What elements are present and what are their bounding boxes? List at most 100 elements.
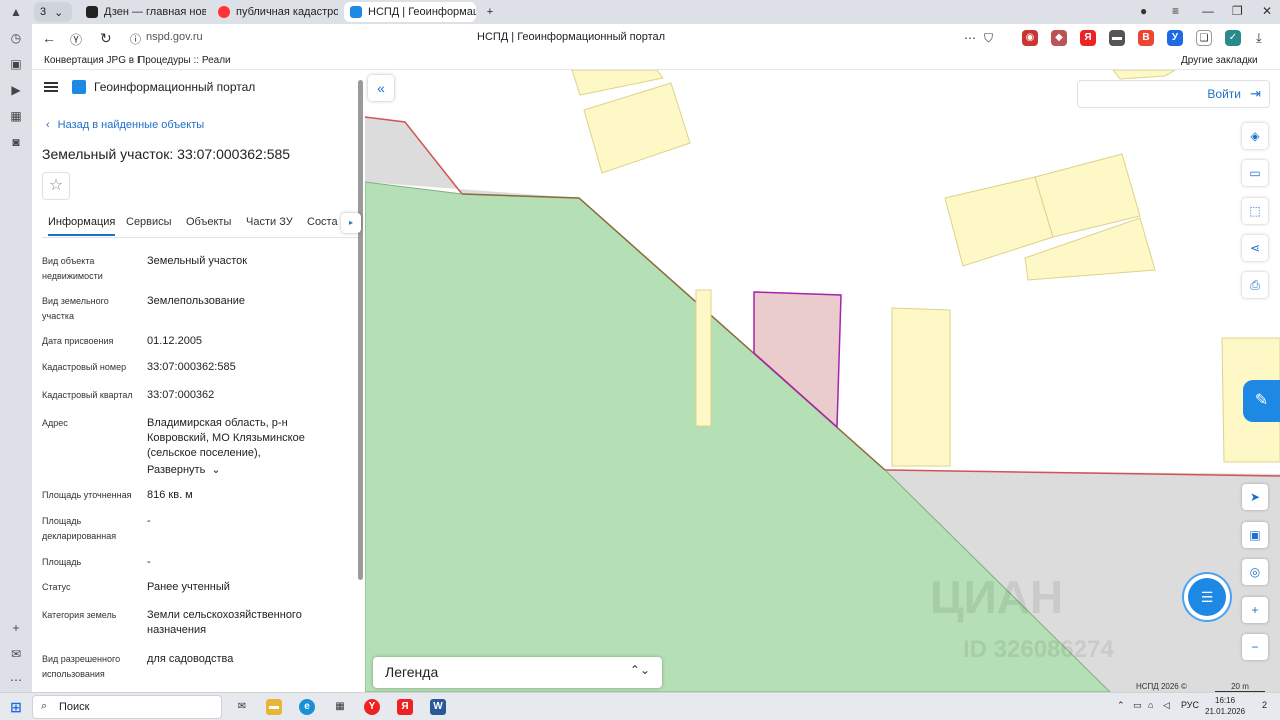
login-button[interactable]: Войти ⇥ [1077,80,1270,108]
tray-expand-icon[interactable]: ⌃ [1117,700,1125,711]
tab-dzen[interactable]: Дзен — главная новостн [80,2,206,22]
expand-address-link[interactable]: Развернуть ⌄ [147,463,347,478]
reload-icon[interactable]: ↻ [100,30,112,47]
history-icon[interactable]: ◷ [8,30,24,46]
taskbar-clock[interactable]: 16:16 21.01.2026 [1205,695,1245,717]
object-tabs: Информация Сервисы Объекты Части ЗУ Сост… [42,208,361,238]
tab-nspd[interactable]: НСПД | Геоинформаці × [344,2,476,22]
download-icon[interactable]: ⤓ [1256,30,1262,46]
bookmark-procedures[interactable]: Процедуры :: Реали [138,55,231,66]
player-icon[interactable]: ▶ [8,82,24,98]
extension-icon[interactable]: В [1138,30,1154,46]
site-info-icon[interactable]: ⓘ [130,31,141,47]
tabs-scroll-right-button[interactable]: ▸ [341,213,361,233]
panel-scrollbar[interactable] [358,80,363,580]
add-panel-icon[interactable]: + [8,620,24,636]
tab-info[interactable]: Информация [48,216,116,236]
extension-icon[interactable]: ◆ [1051,30,1067,46]
minimap-icon: ▣ [1249,528,1261,542]
yandex-browser-icon[interactable]: Y [364,699,380,715]
browser-profile-icon[interactable]: ▲ [8,4,24,20]
chat-fab-button[interactable]: ☰ [1188,578,1226,616]
calendar-icon[interactable]: ▦ [8,108,24,124]
measure-button[interactable]: ▭ [1242,160,1268,186]
extensions-icon[interactable]: ❏ [1196,30,1212,46]
volume-icon[interactable]: ◁ [1163,700,1170,711]
word-icon[interactable]: W [430,699,446,715]
close-window-icon[interactable]: ✕ [1262,4,1272,18]
field-value: Владимирская область, р-н Ковровский, МО… [147,417,305,459]
map-canvas[interactable] [365,70,1280,692]
legend-selector[interactable]: Легенда ⌃⌄ [373,657,662,688]
back-arrow-icon[interactable]: ← [42,30,56,46]
mail-app-icon[interactable]: ✉ [234,699,250,715]
tab-parts[interactable]: Части ЗУ [246,216,293,228]
yellow-parcel[interactable] [891,307,951,467]
other-bookmarks[interactable]: Другие закладки [1181,55,1258,66]
clock-date: 21.01.2026 [1205,707,1246,716]
hamburger-menu-icon[interactable] [44,82,58,92]
new-tab-button[interactable]: + [480,2,500,22]
zoom-out-button[interactable]: − [1242,634,1268,660]
tab-group-counter[interactable]: 3 ⌄ [34,2,72,22]
tab-composition[interactable]: Соста [307,216,338,228]
yellow-parcel[interactable] [1112,70,1176,80]
chat-icon: ✎ [1254,392,1269,409]
bookmark-icon[interactable]: ⛉ [984,31,993,46]
more-icon[interactable]: ⋯ [8,672,24,688]
network-icon[interactable]: ⌂ [1148,700,1153,710]
edge-icon[interactable]: e [299,699,315,715]
portal-logo-icon [72,80,86,94]
support-chat-tab[interactable]: ✎ [1243,380,1280,422]
favorite-button[interactable]: ☆ [42,172,70,200]
extension-icon[interactable]: ✓ [1225,30,1241,46]
windows-start-icon[interactable]: ⊞ [8,699,24,715]
restore-icon[interactable]: ❐ [1232,4,1243,18]
field-label: Вид земельного участка [42,296,109,321]
minimize-icon[interactable]: — [1202,4,1214,18]
locate-button[interactable]: ➤ [1242,484,1268,510]
yandex-extension-icon[interactable]: Я [1080,30,1096,46]
store-icon[interactable]: ▦ [332,699,348,715]
url-text[interactable]: nspd.gov.ru [146,31,203,43]
zoom-in-button[interactable]: + [1242,597,1268,623]
bookmark-jpg[interactable]: Конвертация JPG в I [44,55,140,66]
cian-watermark-id: ID 326086274 [963,636,1114,663]
more-actions-icon[interactable]: ⋯ [964,31,976,45]
extension-icon[interactable]: У [1167,30,1183,46]
menu-icon[interactable]: ≡ [1172,4,1179,18]
layers-button[interactable]: ◈ [1242,123,1268,149]
tab-services[interactable]: Сервисы [126,216,172,228]
yellow-parcel[interactable] [695,289,712,427]
yellow-parcel[interactable] [583,82,691,174]
taskbar-search[interactable]: ⌕ Поиск [32,695,222,719]
language-indicator[interactable]: РУС [1181,700,1199,710]
collections-icon[interactable]: ▣ [8,56,24,72]
field-label: Категория земель [42,610,117,620]
map-scale: 20 m [1215,682,1265,692]
field-value: - [147,556,151,568]
print-button[interactable]: ⎙ [1242,272,1268,298]
extension-icon[interactable]: ◉ [1022,30,1038,46]
yandex-home-icon[interactable]: Ⓨ [70,31,82,48]
notifications-badge[interactable]: 2 [1262,700,1267,710]
chevron-left-icon: ‹ [46,119,50,131]
login-icon: ⇥ [1250,86,1261,101]
screenshot-icon[interactable]: ◙ [8,134,24,150]
back-to-results-link[interactable]: ‹ Назад в найденные объекты [46,119,204,131]
yandex-app-icon[interactable]: Я [397,699,413,715]
extension-icon[interactable]: ▬ [1109,30,1125,46]
minimap-button[interactable]: ▣ [1242,522,1268,548]
yellow-parcel[interactable] [944,176,1054,267]
geolocation-button[interactable]: ◎ [1242,559,1268,585]
cadastral-map[interactable]: ЦИАН ID 326086274 « Войти ⇥ ◈ ▭ ⬚ ⋖ ⎙ ✎ … [365,70,1280,692]
profile-icon[interactable]: ● [1140,4,1147,18]
tray-app-icon[interactable]: ▭ [1133,700,1142,711]
share-button[interactable]: ⋖ [1242,235,1268,261]
collapse-panel-button[interactable]: « [368,75,394,101]
mail-icon[interactable]: ✉ [8,646,24,662]
tab-objects[interactable]: Объекты [186,216,231,228]
select-area-button[interactable]: ⬚ [1242,198,1268,224]
explorer-icon[interactable]: ▬ [266,699,282,715]
tab-cadastral-map[interactable]: публичная кадастровая к [212,2,338,22]
